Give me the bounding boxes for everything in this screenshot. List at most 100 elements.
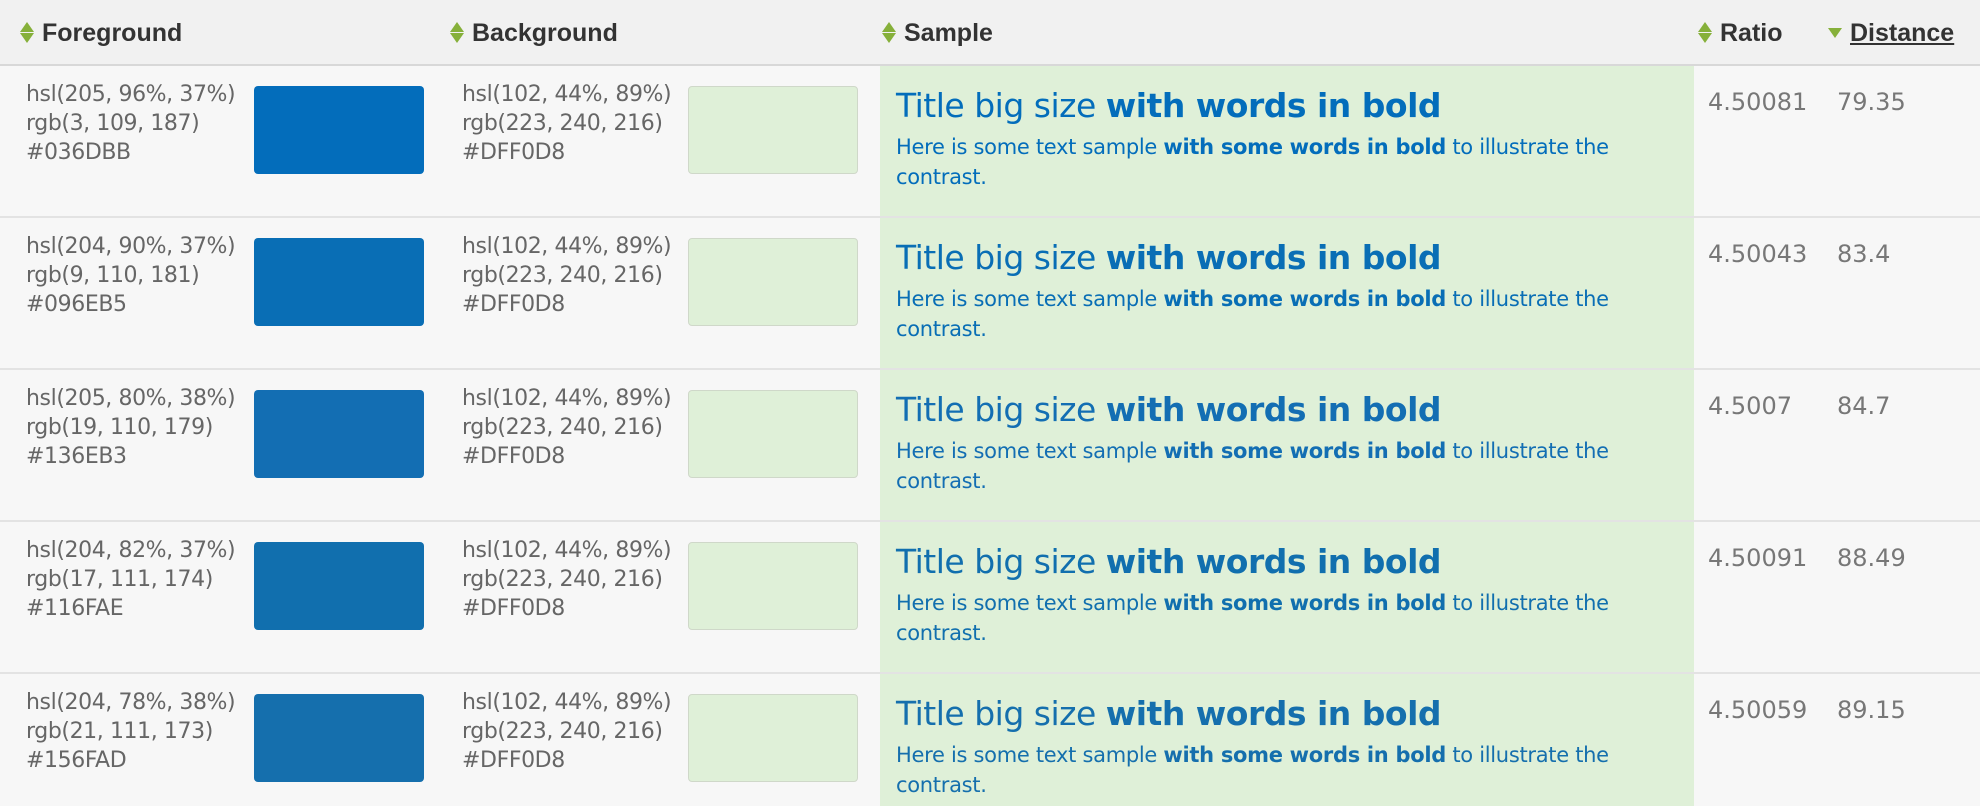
foreground-hsl: hsl(204, 82%, 37%)	[26, 538, 236, 563]
background-hsl: hsl(102, 44%, 89%)	[462, 690, 672, 715]
foreground-swatch	[254, 238, 424, 326]
sample-title-plain: Title big size	[896, 542, 1106, 581]
sample-title: Title big size with words in bold	[896, 542, 1442, 581]
foreground-rgb: rgb(9, 110, 181)	[26, 263, 200, 288]
sample-cell: Title big size with words in bold Here i…	[880, 522, 1694, 672]
foreground-hsl: hsl(204, 90%, 37%)	[26, 234, 236, 259]
sample-title-bold: with words in bold	[1105, 86, 1442, 125]
foreground-values: hsl(205, 96%, 37%) rgb(3, 109, 187) #036…	[26, 80, 236, 167]
background-hsl: hsl(102, 44%, 89%)	[462, 538, 672, 563]
sample-body-bold: with some words in bold	[1163, 439, 1446, 463]
sample-title: Title big size with words in bold	[896, 86, 1442, 125]
background-rgb: rgb(223, 240, 216)	[462, 719, 663, 744]
header-background[interactable]: Background	[448, 18, 618, 48]
background-rgb: rgb(223, 240, 216)	[462, 111, 663, 136]
sample-body-plain: Here is some text sample	[896, 743, 1164, 767]
sample-title-bold: with words in bold	[1105, 694, 1442, 733]
ratio-value: 4.50059	[1708, 696, 1808, 724]
header-foreground[interactable]: Foreground	[18, 18, 182, 48]
foreground-swatch	[254, 694, 424, 782]
sample-body-bold: with some words in bold	[1163, 591, 1446, 615]
background-hex: #DFF0D8	[462, 292, 565, 317]
table-row: hsl(204, 78%, 38%) rgb(21, 111, 173) #15…	[0, 674, 1980, 806]
background-swatch	[688, 238, 858, 326]
sample-title-bold: with words in bold	[1105, 542, 1442, 581]
foreground-hex: #116FAE	[26, 596, 124, 621]
background-hex: #DFF0D8	[462, 748, 565, 773]
sample-cell: Title big size with words in bold Here i…	[880, 66, 1694, 216]
background-hex: #DFF0D8	[462, 596, 565, 621]
header-sample-label: Sample	[904, 18, 993, 47]
distance-value: 83.4	[1837, 240, 1891, 268]
table-header: Foreground Background Sample Ratio Dista…	[0, 0, 1980, 66]
sample-cell: Title big size with words in bold Here i…	[880, 370, 1694, 520]
distance-value: 88.49	[1837, 544, 1906, 572]
sample-body: Here is some text sample with some words…	[896, 740, 1636, 800]
sample-title-plain: Title big size	[896, 238, 1106, 277]
foreground-values: hsl(204, 78%, 38%) rgb(21, 111, 173) #15…	[26, 688, 236, 775]
sample-title-plain: Title big size	[896, 86, 1106, 125]
sample-body-plain: Here is some text sample	[896, 439, 1164, 463]
foreground-hex: #096EB5	[26, 292, 127, 317]
foreground-values: hsl(204, 90%, 37%) rgb(9, 110, 181) #096…	[26, 232, 236, 319]
sample-body-plain: Here is some text sample	[896, 591, 1164, 615]
table-row: hsl(204, 90%, 37%) rgb(9, 110, 181) #096…	[0, 218, 1980, 370]
sample-title: Title big size with words in bold	[896, 694, 1442, 733]
sample-body: Here is some text sample with some words…	[896, 132, 1636, 192]
header-distance[interactable]: Distance	[1826, 18, 1954, 48]
distance-value: 79.35	[1837, 88, 1906, 116]
foreground-values: hsl(204, 82%, 37%) rgb(17, 111, 174) #11…	[26, 536, 236, 623]
foreground-rgb: rgb(3, 109, 187)	[26, 111, 200, 136]
foreground-rgb: rgb(21, 111, 173)	[26, 719, 213, 744]
foreground-values: hsl(205, 80%, 38%) rgb(19, 110, 179) #13…	[26, 384, 236, 471]
distance-value: 84.7	[1837, 392, 1891, 420]
foreground-swatch	[254, 390, 424, 478]
sort-desc-icon	[1826, 22, 1844, 44]
background-hsl: hsl(102, 44%, 89%)	[462, 234, 672, 259]
foreground-hsl: hsl(205, 96%, 37%)	[26, 82, 236, 107]
background-swatch	[688, 390, 858, 478]
header-foreground-label: Foreground	[42, 18, 183, 47]
table-row: hsl(205, 80%, 38%) rgb(19, 110, 179) #13…	[0, 370, 1980, 522]
background-swatch	[688, 542, 858, 630]
sort-icon	[880, 22, 898, 44]
header-ratio[interactable]: Ratio	[1696, 18, 1783, 48]
foreground-swatch	[254, 542, 424, 630]
header-distance-label: Distance	[1850, 18, 1955, 47]
background-rgb: rgb(223, 240, 216)	[462, 263, 663, 288]
foreground-hsl: hsl(204, 78%, 38%)	[26, 690, 236, 715]
sample-body-bold: with some words in bold	[1163, 135, 1446, 159]
sample-body: Here is some text sample with some words…	[896, 436, 1636, 496]
background-values: hsl(102, 44%, 89%) rgb(223, 240, 216) #D…	[462, 384, 672, 471]
ratio-value: 4.50091	[1708, 544, 1808, 572]
background-hex: #DFF0D8	[462, 444, 565, 469]
sample-body-plain: Here is some text sample	[896, 287, 1164, 311]
sample-body-bold: with some words in bold	[1163, 287, 1446, 311]
sample-body: Here is some text sample with some words…	[896, 284, 1636, 344]
foreground-hex: #036DBB	[26, 140, 131, 165]
header-sample[interactable]: Sample	[880, 18, 993, 48]
sample-title-bold: with words in bold	[1105, 238, 1442, 277]
foreground-hsl: hsl(205, 80%, 38%)	[26, 386, 236, 411]
foreground-hex: #136EB3	[26, 444, 127, 469]
foreground-hex: #156FAD	[26, 748, 127, 773]
sample-cell: Title big size with words in bold Here i…	[880, 218, 1694, 368]
sample-body-bold: with some words in bold	[1163, 743, 1446, 767]
sort-icon	[18, 22, 36, 44]
sample-title-plain: Title big size	[896, 694, 1106, 733]
table-row: hsl(204, 82%, 37%) rgb(17, 111, 174) #11…	[0, 522, 1980, 674]
background-rgb: rgb(223, 240, 216)	[462, 415, 663, 440]
contrast-table: Foreground Background Sample Ratio Dista…	[0, 0, 1980, 806]
foreground-rgb: rgb(17, 111, 174)	[26, 567, 213, 592]
ratio-value: 4.50081	[1708, 88, 1808, 116]
background-swatch	[688, 694, 858, 782]
sort-icon	[448, 22, 466, 44]
background-values: hsl(102, 44%, 89%) rgb(223, 240, 216) #D…	[462, 232, 672, 319]
sample-body: Here is some text sample with some words…	[896, 588, 1636, 648]
ratio-value: 4.50043	[1708, 240, 1808, 268]
sample-title-plain: Title big size	[896, 390, 1106, 429]
sample-title: Title big size with words in bold	[896, 238, 1442, 277]
background-values: hsl(102, 44%, 89%) rgb(223, 240, 216) #D…	[462, 80, 672, 167]
ratio-value: 4.5007	[1708, 392, 1792, 420]
table-row: hsl(205, 96%, 37%) rgb(3, 109, 187) #036…	[0, 66, 1980, 218]
